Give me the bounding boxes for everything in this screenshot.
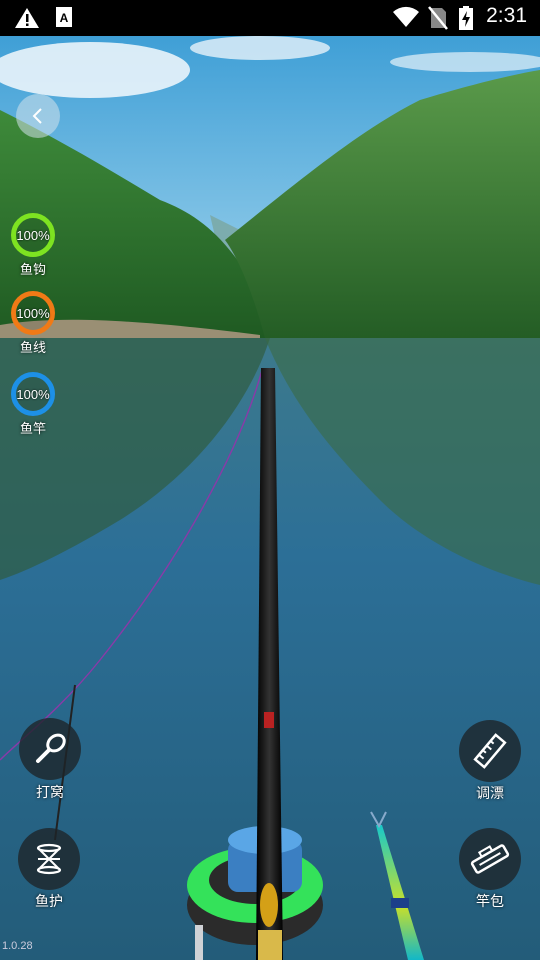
hook-durability-gauge: 100% 鱼钩 — [8, 213, 58, 278]
fish-net-button[interactable] — [18, 828, 80, 890]
wifi-icon — [393, 6, 419, 27]
rod-bag-label: 竿包 — [476, 894, 504, 910]
rod-gauge-ring: 100% — [11, 372, 55, 416]
status-time: 2:31 — [486, 4, 527, 27]
hook-gauge-value: 100% — [16, 227, 50, 243]
svg-text:A: A — [60, 11, 69, 25]
bait-label: 打窝 — [36, 785, 64, 801]
line-gauge-value: 100% — [16, 305, 50, 321]
rod-durability-gauge: 100% 鱼竿 — [8, 372, 58, 437]
battery-charging-icon — [459, 6, 473, 30]
line-durability-gauge: 100% 鱼线 — [8, 291, 58, 356]
status-bar: A 2:31 — [0, 0, 540, 36]
no-sim-icon — [428, 6, 448, 30]
rod-bag-button[interactable] — [459, 828, 521, 890]
bait-button[interactable] — [19, 718, 81, 780]
fish-net-label: 鱼护 — [35, 894, 63, 910]
warning-icon — [15, 8, 39, 28]
fish-net-icon — [36, 843, 62, 875]
hook-gauge-label: 鱼钩 — [19, 263, 46, 278]
hook-gauge-ring: 100% — [11, 213, 55, 257]
ruler-icon — [473, 733, 507, 769]
rod-gauge-value: 100% — [16, 386, 50, 402]
line-gauge-label: 鱼线 — [19, 341, 46, 356]
float-adjust-button[interactable] — [459, 720, 521, 782]
rod-gauge-label: 鱼竿 — [19, 422, 46, 437]
back-button[interactable] — [16, 94, 60, 138]
line-gauge-ring: 100% — [11, 291, 55, 335]
bait-spoon-icon — [36, 733, 66, 763]
rod-bag-icon — [470, 844, 510, 874]
float-adjust-label: 调漂 — [476, 786, 504, 802]
notification-a-icon: A — [56, 7, 72, 27]
chevron-left-icon — [32, 108, 42, 124]
version-text: 1.0.28 — [2, 940, 33, 952]
lake-scene — [0, 36, 540, 960]
